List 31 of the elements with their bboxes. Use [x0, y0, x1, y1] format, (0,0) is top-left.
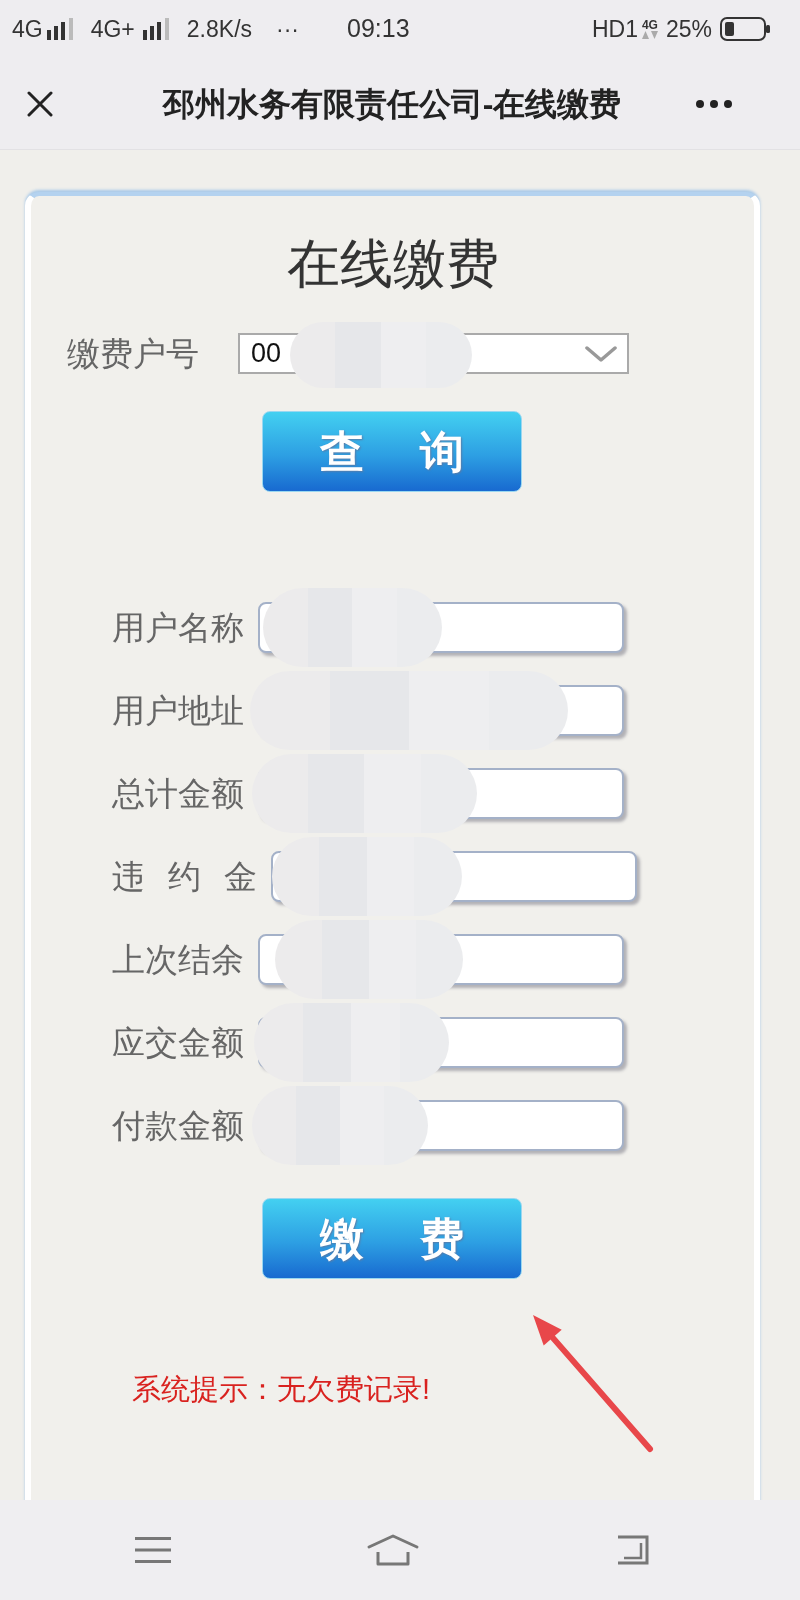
notification-dots: ···: [276, 14, 299, 44]
signal-icon: [46, 18, 75, 40]
field-label: 用户地址: [112, 691, 244, 731]
caret-icon: [585, 345, 617, 362]
field-label: 违 约 金: [112, 857, 258, 897]
field-label: 付款金额: [112, 1106, 244, 1146]
network-type-label: 4G: [641, 19, 658, 31]
network-type-label: 4G: [12, 14, 43, 44]
signal-icon: [142, 18, 171, 40]
more-icon[interactable]: [696, 100, 732, 109]
close-icon[interactable]: [27, 90, 53, 117]
page-title: 邳州水务有限责任公司-在线缴费: [161, 84, 623, 124]
menu-icon[interactable]: [134, 1536, 172, 1564]
field-label: 总计金额: [112, 774, 244, 814]
bracket-icon[interactable]: [616, 1535, 650, 1565]
system-message: 系统提示：无欠费记录!: [132, 1372, 432, 1406]
pay-button[interactable]: 缴 费: [262, 1198, 522, 1279]
form-title: 在线缴费: [285, 233, 500, 295]
data-speed-label: 2.8K/s: [186, 14, 253, 44]
hd-label: HD1: [591, 14, 638, 44]
data-arrows-icon: [641, 31, 658, 39]
network-type-label: 4G+: [90, 14, 135, 44]
field-label: 缴费户号: [67, 334, 200, 374]
battery-percent: 25%: [665, 14, 712, 44]
battery-icon: [720, 17, 770, 41]
clock-time: 09:13: [347, 13, 410, 45]
field-label: 上次结余: [112, 940, 244, 980]
query-button[interactable]: 查 询: [262, 411, 522, 492]
field-label: 用户名称: [112, 608, 244, 648]
home-icon[interactable]: [367, 1534, 419, 1566]
field-label: 应交金额: [112, 1023, 244, 1063]
